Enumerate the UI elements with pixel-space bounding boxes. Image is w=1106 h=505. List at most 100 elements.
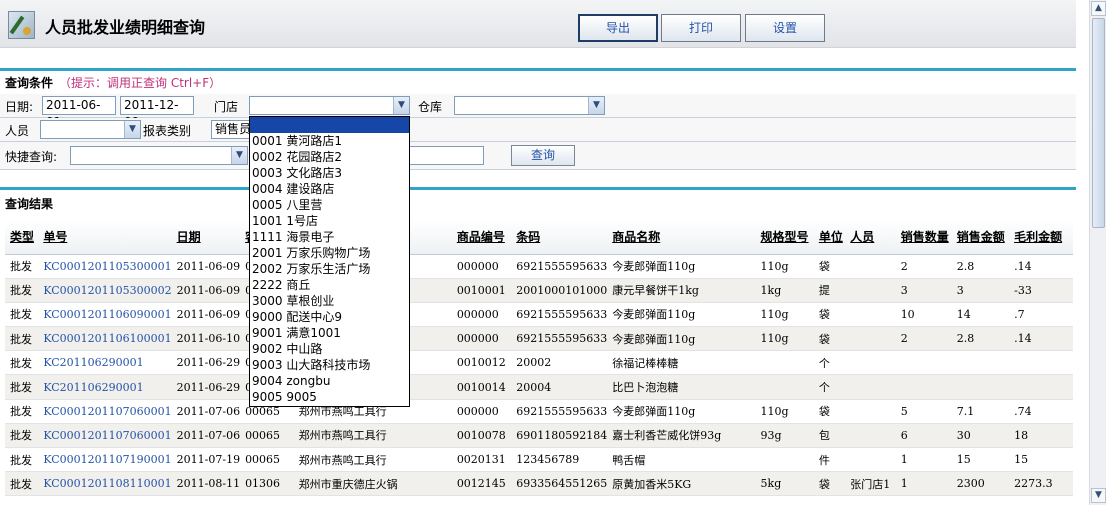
table-cell: 个 (813, 350, 846, 376)
table-cell[interactable]: KC0001201106100001 (38, 326, 172, 352)
table-cell: 批发 (5, 374, 39, 400)
table-cell[interactable]: KC0001201107060001 (38, 423, 172, 449)
table-row[interactable]: 批发 KC0001201107060001 2011-07-06 00065 郑州市燕鸣… (5, 423, 1073, 449)
store-option[interactable]: 9002 中山路 (250, 341, 409, 357)
store-option[interactable]: 9004 zongbu (250, 373, 409, 389)
table-cell: 康元早餐饼干1kg (607, 278, 756, 303)
chevron-down-icon[interactable]: ▼ (231, 147, 247, 164)
table-cell: .74 (1009, 399, 1073, 424)
table-cell: 2273.3 (1009, 471, 1073, 497)
store-option[interactable]: 2001 万家乐购物广场 (250, 245, 409, 261)
table-cell: 2011-07-19 (171, 447, 241, 473)
warehouse-select[interactable]: ▼ (454, 96, 605, 115)
table-row[interactable]: 批发KC00012011053000022011-06-09001心001000… (5, 278, 1073, 303)
table-cell: 3 (895, 278, 952, 303)
store-option[interactable]: 0003 文化路店3 (250, 165, 409, 181)
table-cell: 123456789 (511, 447, 608, 473)
store-option[interactable]: 0001 黄河路店1 (250, 133, 409, 149)
store-option[interactable]: 9000 配送中心9 (250, 309, 409, 325)
table-cell: 000000 (451, 399, 512, 424)
store-option[interactable]: 0002 花园路店2 (250, 149, 409, 165)
report-app-icon (8, 11, 35, 39)
table-row[interactable]: 批发 KC0001201107060001 2011-07-06 00065 郑州市燕鸣… (5, 399, 1073, 424)
quick-query-label: 快捷查询: (5, 150, 58, 164)
column-header[interactable]: 日期 (171, 220, 241, 255)
chevron-down-icon[interactable]: ▼ (124, 121, 140, 138)
table-cell: 6921555595633 (511, 399, 608, 424)
column-header[interactable]: 条码 (511, 220, 608, 255)
title-bar: 人员批发业绩明细查询 导出 打印 设置 (0, 0, 1076, 48)
store-select[interactable]: ▼ (249, 96, 410, 115)
chevron-down-icon[interactable]: ▼ (588, 97, 604, 114)
column-header[interactable]: 单号 (38, 220, 172, 255)
report-type-label: 报表类别 (143, 124, 192, 138)
settings-button[interactable]: 设置 (745, 14, 825, 42)
scroll-up-icon[interactable]: ▲ (1091, 1, 1106, 16)
table-row[interactable]: 批发KC00012011060900012011-06-09000超市00000… (5, 302, 1073, 328)
store-label: 门店 (214, 100, 239, 114)
table-cell: 今麦郎弹面110g (607, 399, 756, 424)
table-cell[interactable]: KC0001201105300001 (38, 254, 172, 279)
column-header[interactable]: 销售数量 (895, 220, 952, 255)
column-header[interactable]: 商品名称 (607, 220, 756, 255)
scrollbar-thumb[interactable] (1092, 18, 1105, 228)
table-cell[interactable]: KC0001201107060001 (38, 399, 172, 424)
scroll-down-icon[interactable]: ▼ (1091, 488, 1106, 503)
table-row[interactable]: 批发 KC0001201107190001 2011-07-19 00065 郑州市燕鸣… (5, 447, 1073, 473)
store-option[interactable]: 9003 山大路科技市场 (250, 357, 409, 373)
store-option[interactable] (250, 117, 409, 133)
column-header[interactable]: 商品编号 (451, 220, 512, 255)
table-cell[interactable]: KC201106290001 (38, 350, 172, 376)
table-cell: 0010012 (451, 350, 512, 376)
date-from-input[interactable]: 2011-06-01 (42, 96, 116, 129)
table-cell (845, 423, 896, 449)
store-option[interactable]: 0004 建设路店 (250, 181, 409, 197)
table-cell[interactable]: KC201106290001 (38, 374, 172, 400)
store-option[interactable]: 1001 1号店 (250, 213, 409, 229)
quick-query-select[interactable]: ▼ (70, 146, 248, 165)
export-button[interactable]: 导出 (578, 14, 658, 42)
store-option[interactable]: 2222 商丘 (250, 277, 409, 293)
chevron-down-icon[interactable]: ▼ (393, 97, 409, 114)
column-header[interactable]: 销售金额 (951, 220, 1010, 255)
store-option[interactable]: 9005 9005 (250, 389, 409, 405)
print-button[interactable]: 打印 (661, 14, 741, 42)
table-cell (1009, 350, 1073, 376)
table-cell: 2011-06-09 (171, 254, 241, 279)
person-label: 人员 (5, 124, 30, 138)
store-option[interactable]: 3000 草根创业 (250, 293, 409, 309)
table-cell[interactable]: KC0001201107190001 (38, 447, 172, 473)
date-label: 日期: (5, 100, 34, 114)
table-row[interactable]: 批发KC00012011061000012011-06-10000超市00000… (5, 326, 1073, 352)
person-select[interactable]: ▼ (40, 120, 141, 139)
table-row[interactable]: 批发KC00012011053000012011-06-090030000006… (5, 254, 1073, 279)
table-row[interactable]: 批发 KC0001201108110001 2011-08-11 01306 郑州市重庆… (5, 471, 1073, 497)
table-cell[interactable]: KC0001201105300002 (38, 278, 172, 303)
store-option[interactable]: 2002 万家乐生活广场 (250, 261, 409, 277)
store-option[interactable]: 9001 满意1001 (250, 325, 409, 341)
vertical-scrollbar[interactable]: ▲ ▼ (1089, 0, 1106, 505)
store-option[interactable]: 0005 八里营 (250, 197, 409, 213)
column-header[interactable]: 规格型号 (755, 220, 814, 255)
column-header[interactable]: 单位 (813, 220, 846, 255)
table-cell: 鸭舌帽 (607, 447, 756, 473)
table-row[interactable]: 批发KC2011062900012011-06-29000超市001001420… (5, 374, 1073, 400)
column-header[interactable]: 人员 (845, 220, 896, 255)
table-header-row: 类型单号日期客户商品编号条码商品名称规格型号单位人员销售数量销售金额毛利金额 (5, 220, 1073, 255)
quick-query-text-input[interactable] (404, 146, 484, 165)
table-cell: 2300 (951, 471, 1010, 497)
table-cell: 1 (895, 447, 952, 473)
table-cell (755, 374, 814, 400)
column-header[interactable]: 类型 (5, 220, 39, 255)
table-row[interactable]: 批发KC2011062900012011-06-29000超市001001220… (5, 350, 1073, 376)
date-to-input[interactable]: 2011-12-09 (120, 96, 194, 129)
query-button[interactable]: 查询 (511, 145, 575, 166)
store-option[interactable]: 1111 海景电子 (250, 229, 409, 245)
table-cell (845, 302, 896, 328)
store-dropdown-list[interactable]: 0001 黄河路店1 0002 花园路店2 0003 文化路店3 0004 建设路店 0… (249, 116, 410, 407)
column-header[interactable]: 毛利金额 (1009, 220, 1073, 255)
table-cell: 110g (755, 326, 814, 352)
table-cell[interactable]: KC0001201108110001 (38, 471, 172, 497)
table-cell[interactable]: KC0001201106090001 (38, 302, 172, 328)
criteria-row-2: 人员 ▼ 报表类别 销售员▼ (0, 118, 1076, 142)
